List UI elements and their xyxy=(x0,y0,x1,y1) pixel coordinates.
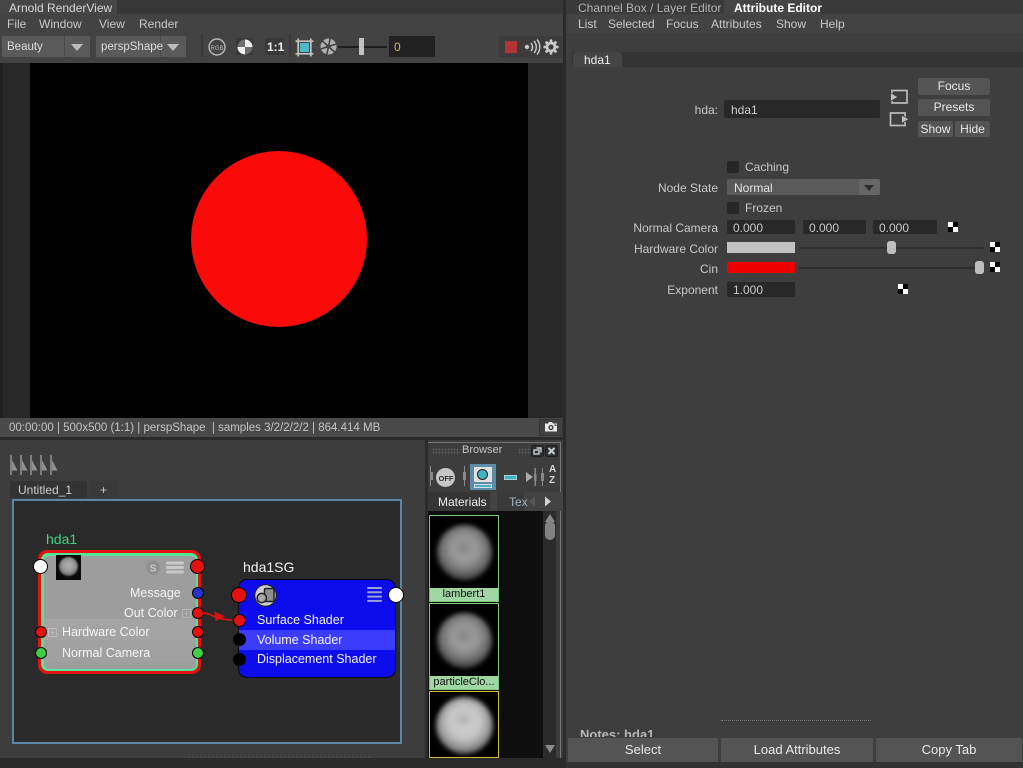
svg-text:S: S xyxy=(150,564,157,575)
svg-text:RGB: RGB xyxy=(210,46,223,52)
